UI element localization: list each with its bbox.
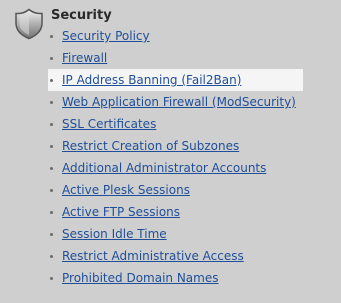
- list-item: Prohibited Domain Names: [48, 267, 303, 289]
- list-item: Security Policy: [48, 25, 303, 47]
- bullet: [50, 123, 53, 126]
- list-item: Active Plesk Sessions: [48, 179, 303, 201]
- bullet: [50, 167, 53, 170]
- bullet: [50, 255, 53, 258]
- list-item: Firewall: [48, 47, 303, 69]
- list-item: SSL Certificates: [48, 113, 303, 135]
- additional-administrator-accounts-link[interactable]: Additional Administrator Accounts: [62, 161, 266, 175]
- bullet: [50, 211, 53, 214]
- security-policy-link[interactable]: Security Policy: [62, 29, 150, 43]
- web-application-firewall-link[interactable]: Web Application Firewall (ModSecurity): [62, 95, 296, 109]
- restrict-administrative-access-link[interactable]: Restrict Administrative Access: [62, 249, 244, 263]
- bullet: [50, 189, 53, 192]
- list-item: Session Idle Time: [48, 223, 303, 245]
- bullet: [50, 101, 53, 104]
- session-idle-time-link[interactable]: Session Idle Time: [62, 227, 167, 241]
- security-links-list: Security Policy Firewall IP Address Bann…: [48, 25, 303, 289]
- active-ftp-sessions-link[interactable]: Active FTP Sessions: [62, 205, 180, 219]
- list-item: Restrict Creation of Subzones: [48, 135, 303, 157]
- prohibited-domain-names-link[interactable]: Prohibited Domain Names: [62, 271, 218, 285]
- list-item: IP Address Banning (Fail2Ban): [48, 69, 303, 91]
- restrict-creation-of-subzones-link[interactable]: Restrict Creation of Subzones: [62, 139, 239, 153]
- active-plesk-sessions-link[interactable]: Active Plesk Sessions: [62, 183, 190, 197]
- bullet: [50, 233, 53, 236]
- bullet: [50, 79, 53, 82]
- bullet: [50, 57, 53, 60]
- ssl-certificates-link[interactable]: SSL Certificates: [62, 117, 156, 131]
- security-section: Security Security Policy Firewall IP Add…: [0, 0, 341, 303]
- bullet: [50, 145, 53, 148]
- shield-icon: [15, 8, 43, 40]
- ip-address-banning-link[interactable]: IP Address Banning (Fail2Ban): [62, 73, 241, 87]
- list-item: Web Application Firewall (ModSecurity): [48, 91, 303, 113]
- bullet: [50, 277, 53, 280]
- list-item: Additional Administrator Accounts: [48, 157, 303, 179]
- bullet: [50, 35, 53, 38]
- section-title: Security: [51, 8, 112, 23]
- list-item: Restrict Administrative Access: [48, 245, 303, 267]
- list-item: Active FTP Sessions: [48, 201, 303, 223]
- firewall-link[interactable]: Firewall: [62, 51, 107, 65]
